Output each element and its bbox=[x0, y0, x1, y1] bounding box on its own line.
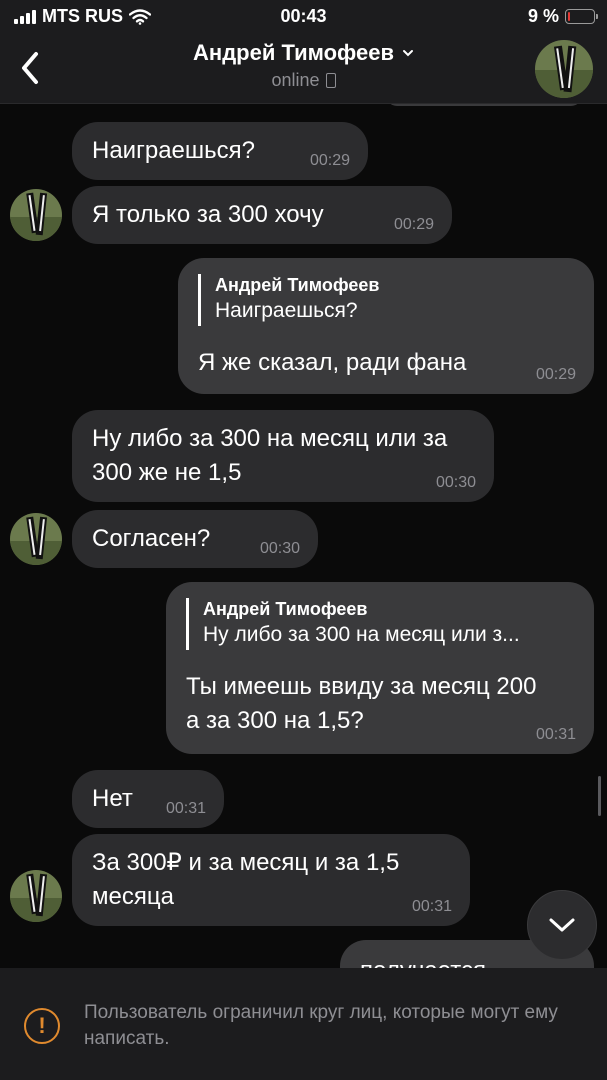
chevron-down-icon bbox=[402, 50, 413, 57]
message-list[interactable]: Наиграешься? 00:29 Я только за 300 хочу … bbox=[0, 104, 607, 968]
message-text: Ты имеешь ввиду за месяц 200 а за 300 на… bbox=[186, 673, 537, 734]
contact-avatar[interactable] bbox=[10, 870, 62, 922]
chat-header: Андрей Тимофеев online bbox=[0, 34, 607, 104]
message-bubble-partial[interactable] bbox=[386, 104, 582, 106]
message-bubble-incoming[interactable]: Нет 00:31 bbox=[72, 770, 224, 828]
message-bubble-incoming[interactable]: Согласен? 00:30 bbox=[72, 510, 318, 568]
message-time: 00:30 bbox=[259, 540, 300, 557]
contact-avatar[interactable] bbox=[10, 189, 62, 241]
reply-text: Наиграешься? bbox=[215, 299, 358, 322]
restriction-footer: ! Пользователь ограничил круг лиц, котор… bbox=[0, 968, 607, 1080]
status-right: 9 % bbox=[527, 6, 598, 27]
message-bubble-outgoing-reply[interactable]: Андрей Тимофеев Ну либо за 300 на месяц … bbox=[166, 582, 594, 754]
battery-fill bbox=[568, 12, 570, 21]
message-text: Я же сказал, ради фана bbox=[198, 349, 467, 376]
scroll-down-button[interactable] bbox=[527, 890, 597, 960]
chevron-down-icon bbox=[549, 918, 575, 932]
message-bubble-incoming[interactable]: За 300₽ и за месяц и за 1,5 месяца 00:31 bbox=[72, 834, 470, 926]
reply-author: Андрей Тимофеев bbox=[203, 599, 368, 619]
scrollbar[interactable] bbox=[598, 776, 601, 816]
header-avatar[interactable] bbox=[535, 40, 593, 98]
message-time: 00:31 bbox=[411, 898, 452, 915]
message-time: 00:30 bbox=[435, 474, 476, 491]
message-time: 00:29 bbox=[535, 366, 576, 383]
reply-text: Ну либо за 300 на месяц или з... bbox=[203, 623, 520, 646]
message-text: получается bbox=[360, 954, 574, 968]
status-text: online bbox=[271, 70, 320, 90]
contact-title[interactable]: Андрей Тимофеев bbox=[193, 40, 414, 66]
message-text: За 300₽ и за месяц и за 1,5 месяца bbox=[92, 849, 400, 910]
clock: 00:43 bbox=[280, 6, 327, 26]
message-bubble-incoming[interactable]: Ну либо за 300 на месяц или за 300 же не… bbox=[72, 410, 494, 502]
reply-author: Андрей Тимофеев bbox=[215, 275, 380, 295]
contact-status: online bbox=[271, 70, 336, 91]
message-time: 00:29 bbox=[309, 152, 350, 169]
battery-percent: 9 % bbox=[527, 6, 559, 26]
contact-info[interactable]: Андрей Тимофеев online bbox=[110, 40, 497, 91]
chevron-left-icon[interactable] bbox=[16, 48, 46, 88]
message-time: 00:29 bbox=[393, 216, 434, 233]
message-time: 00:31 bbox=[165, 800, 206, 817]
message-bubble-outgoing-reply[interactable]: Андрей Тимофеев Наиграешься? Я же сказал… bbox=[178, 258, 594, 394]
message-time: 00:31 bbox=[535, 726, 576, 743]
phone-icon bbox=[325, 73, 336, 88]
contact-name: Андрей Тимофеев bbox=[193, 40, 394, 65]
reply-quote[interactable]: Андрей Тимофеев Ну либо за 300 на месяц … bbox=[186, 598, 578, 650]
message-text: Ну либо за 300 на месяц или за 300 же не… bbox=[92, 425, 448, 486]
contact-avatar[interactable] bbox=[10, 513, 62, 565]
exclamation-circle-icon: ! bbox=[24, 1008, 60, 1044]
message-text: Я только за 300 хочу bbox=[92, 201, 324, 228]
battery-icon bbox=[565, 9, 598, 24]
message-bubble-incoming[interactable]: Я только за 300 хочу 00:29 bbox=[72, 186, 452, 244]
reply-quote[interactable]: Андрей Тимофеев Наиграешься? bbox=[198, 274, 578, 326]
status-bar: MTS RUS 00:43 9 % bbox=[0, 0, 607, 34]
restriction-notice: Пользователь ограничил круг лиц, которые… bbox=[84, 1002, 558, 1049]
message-bubble-incoming[interactable]: Наиграешься? 00:29 bbox=[72, 122, 368, 180]
